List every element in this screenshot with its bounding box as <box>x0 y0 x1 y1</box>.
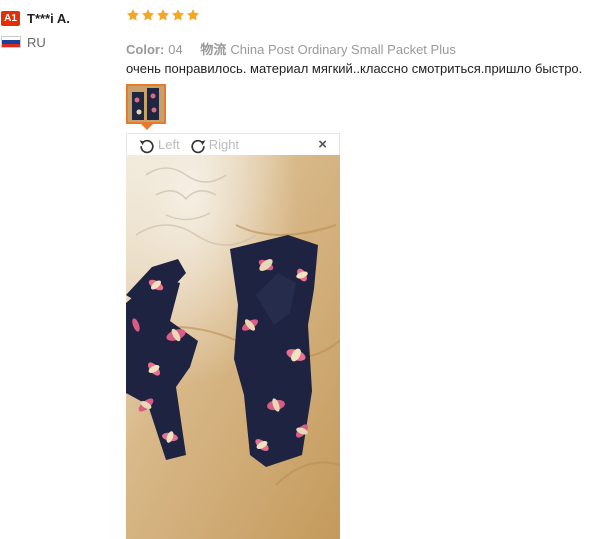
review-photo-thumbnail[interactable] <box>126 84 166 124</box>
color-value: 04 <box>168 42 183 57</box>
rotate-left-label: Left <box>158 137 180 152</box>
rotate-right-button[interactable]: Right <box>188 135 239 155</box>
review-text: очень понравилось. материал мягкий..клас… <box>126 61 583 76</box>
thumbnail-image <box>128 86 164 122</box>
product-photo <box>126 155 340 539</box>
buyer-level-badge: A1 <box>1 10 20 26</box>
rotate-left-button[interactable]: Left <box>137 135 180 155</box>
reviewer-row: A1 T***i A. <box>0 8 120 28</box>
star-icon <box>126 9 140 21</box>
star-icon <box>141 9 155 21</box>
star-icon <box>156 9 170 21</box>
order-info: Color: 04 物流 China Post Ordinary Small Pac… <box>126 39 610 57</box>
shipping-label: 物流 <box>200 42 227 57</box>
reviewer-info: A1 T***i A. RU <box>0 8 120 52</box>
reviewer-name: T***i A. <box>27 10 70 26</box>
close-viewer-button[interactable]: × <box>318 136 327 153</box>
russia-flag-icon <box>1 36 21 48</box>
color-label: Color: <box>126 42 165 57</box>
star-icon <box>186 9 200 21</box>
review-content: Color: 04 物流 China Post Ordinary Small Pac… <box>126 8 610 76</box>
country-row: RU <box>0 32 120 52</box>
rotate-right-icon <box>191 139 206 153</box>
photo-viewer: Left Right × <box>126 133 340 539</box>
reviewer-country: RU <box>27 34 46 50</box>
viewer-toolbar: Left Right × <box>126 133 340 155</box>
thumbnail-pointer <box>141 124 153 130</box>
star-icon <box>171 9 185 21</box>
star-rating <box>126 8 610 26</box>
rotate-right-label: Right <box>208 137 240 152</box>
rotate-left-icon <box>139 139 154 153</box>
shipping-value: China Post Ordinary Small Packet Plus <box>230 42 456 57</box>
